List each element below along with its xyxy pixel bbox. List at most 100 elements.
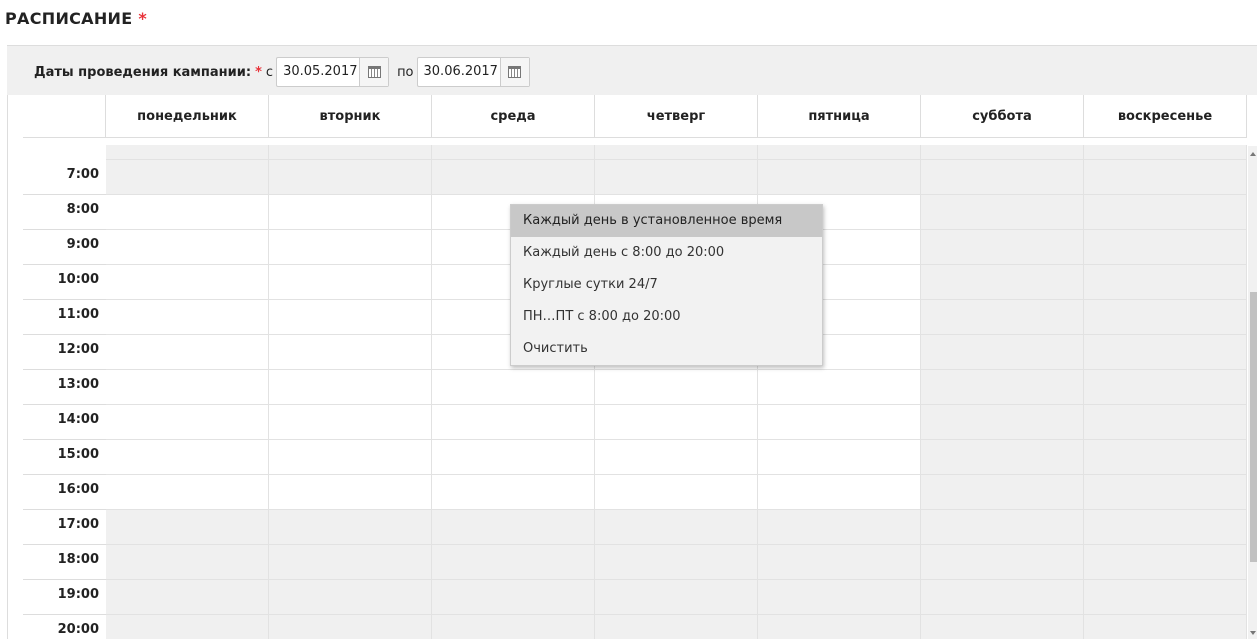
day-header[interactable]: суббота: [921, 95, 1084, 138]
schedule-cell[interactable]: [106, 580, 269, 615]
schedule-cell[interactable]: [595, 145, 758, 160]
date-to-input[interactable]: 30.06.2017: [418, 58, 500, 86]
schedule-cell[interactable]: [1084, 440, 1247, 475]
schedule-cell[interactable]: [106, 195, 269, 230]
schedule-cell[interactable]: [269, 545, 432, 580]
schedule-cell[interactable]: [269, 615, 432, 639]
vertical-scrollbar[interactable]: [1248, 146, 1257, 639]
schedule-cell[interactable]: [758, 145, 921, 160]
day-header[interactable]: воскресенье: [1084, 95, 1247, 138]
schedule-cell[interactable]: [106, 160, 269, 195]
scroll-up-icon[interactable]: [1250, 152, 1256, 156]
schedule-cell[interactable]: [1084, 510, 1247, 545]
schedule-cell[interactable]: [106, 300, 269, 335]
schedule-cell[interactable]: [106, 370, 269, 405]
date-to-field[interactable]: 30.06.2017: [416, 57, 530, 87]
schedule-cell[interactable]: [595, 510, 758, 545]
scrollbar-thumb[interactable]: [1250, 292, 1257, 562]
schedule-cell[interactable]: [1084, 145, 1247, 160]
schedule-cell[interactable]: [921, 545, 1084, 580]
schedule-cell[interactable]: [432, 475, 595, 510]
schedule-cell[interactable]: [432, 405, 595, 440]
schedule-cell[interactable]: [106, 405, 269, 440]
schedule-cell[interactable]: [106, 440, 269, 475]
schedule-cell[interactable]: [758, 510, 921, 545]
schedule-cell[interactable]: [432, 370, 595, 405]
day-header[interactable]: среда: [432, 95, 595, 138]
context-menu-item[interactable]: Каждый день в установленное время: [511, 205, 822, 237]
schedule-cell[interactable]: [269, 475, 432, 510]
schedule-cell[interactable]: [269, 335, 432, 370]
schedule-cell[interactable]: [921, 265, 1084, 300]
schedule-cell[interactable]: [921, 370, 1084, 405]
schedule-cell[interactable]: [921, 405, 1084, 440]
schedule-cell[interactable]: [758, 160, 921, 195]
schedule-cell[interactable]: [595, 160, 758, 195]
schedule-cell[interactable]: [921, 615, 1084, 639]
schedule-cell[interactable]: [758, 370, 921, 405]
schedule-cell[interactable]: [432, 580, 595, 615]
schedule-cell[interactable]: [1084, 160, 1247, 195]
context-menu-item[interactable]: Каждый день с 8:00 до 20:00: [511, 237, 822, 269]
schedule-cell[interactable]: [269, 300, 432, 335]
schedule-cell[interactable]: [269, 510, 432, 545]
schedule-cell[interactable]: [106, 145, 269, 160]
schedule-cell[interactable]: [1084, 265, 1247, 300]
schedule-cell[interactable]: [1084, 475, 1247, 510]
schedule-cell[interactable]: [269, 580, 432, 615]
schedule-cell[interactable]: [269, 265, 432, 300]
schedule-cell[interactable]: [595, 615, 758, 639]
schedule-cell[interactable]: [1084, 580, 1247, 615]
schedule-cell[interactable]: [432, 145, 595, 160]
schedule-cell[interactable]: [269, 160, 432, 195]
schedule-cell[interactable]: [758, 475, 921, 510]
schedule-cell[interactable]: [106, 230, 269, 265]
schedule-cell[interactable]: [921, 145, 1084, 160]
schedule-cell[interactable]: [106, 510, 269, 545]
schedule-cell[interactable]: [1084, 335, 1247, 370]
schedule-cell[interactable]: [921, 300, 1084, 335]
calendar-icon[interactable]: [499, 58, 529, 86]
schedule-cell[interactable]: [432, 510, 595, 545]
schedule-cell[interactable]: [595, 475, 758, 510]
schedule-cell[interactable]: [758, 615, 921, 639]
schedule-cell[interactable]: [1084, 545, 1247, 580]
schedule-cell[interactable]: [106, 475, 269, 510]
schedule-cell[interactable]: [106, 335, 269, 370]
schedule-cell[interactable]: [106, 615, 269, 639]
schedule-cell[interactable]: [921, 230, 1084, 265]
context-menu-item[interactable]: ПН…ПТ с 8:00 до 20:00: [511, 301, 822, 333]
schedule-cell[interactable]: [432, 545, 595, 580]
schedule-cell[interactable]: [595, 440, 758, 475]
schedule-cell[interactable]: [758, 545, 921, 580]
schedule-cell[interactable]: [1084, 195, 1247, 230]
schedule-cell[interactable]: [595, 580, 758, 615]
schedule-cell[interactable]: [106, 545, 269, 580]
schedule-cell[interactable]: [106, 265, 269, 300]
schedule-cell[interactable]: [269, 405, 432, 440]
schedule-cell[interactable]: [269, 230, 432, 265]
schedule-cell[interactable]: [921, 335, 1084, 370]
schedule-cell[interactable]: [758, 405, 921, 440]
scroll-down-icon[interactable]: [1250, 631, 1256, 635]
schedule-cell[interactable]: [432, 160, 595, 195]
day-header[interactable]: понедельник: [106, 95, 269, 138]
date-from-field[interactable]: 30.05.2017: [276, 57, 390, 87]
schedule-cell[interactable]: [921, 475, 1084, 510]
schedule-cell[interactable]: [432, 440, 595, 475]
day-header[interactable]: пятница: [758, 95, 921, 138]
schedule-cell[interactable]: [1084, 405, 1247, 440]
schedule-cell[interactable]: [269, 440, 432, 475]
schedule-cell[interactable]: [595, 370, 758, 405]
schedule-cell[interactable]: [1084, 615, 1247, 639]
calendar-icon[interactable]: [359, 58, 389, 86]
schedule-cell[interactable]: [921, 580, 1084, 615]
schedule-cell[interactable]: [1084, 230, 1247, 265]
schedule-cell[interactable]: [1084, 300, 1247, 335]
schedule-cell[interactable]: [269, 145, 432, 160]
schedule-cell[interactable]: [758, 440, 921, 475]
day-header[interactable]: вторник: [269, 95, 432, 138]
schedule-cell[interactable]: [269, 195, 432, 230]
schedule-cell[interactable]: [921, 160, 1084, 195]
schedule-cell[interactable]: [269, 370, 432, 405]
